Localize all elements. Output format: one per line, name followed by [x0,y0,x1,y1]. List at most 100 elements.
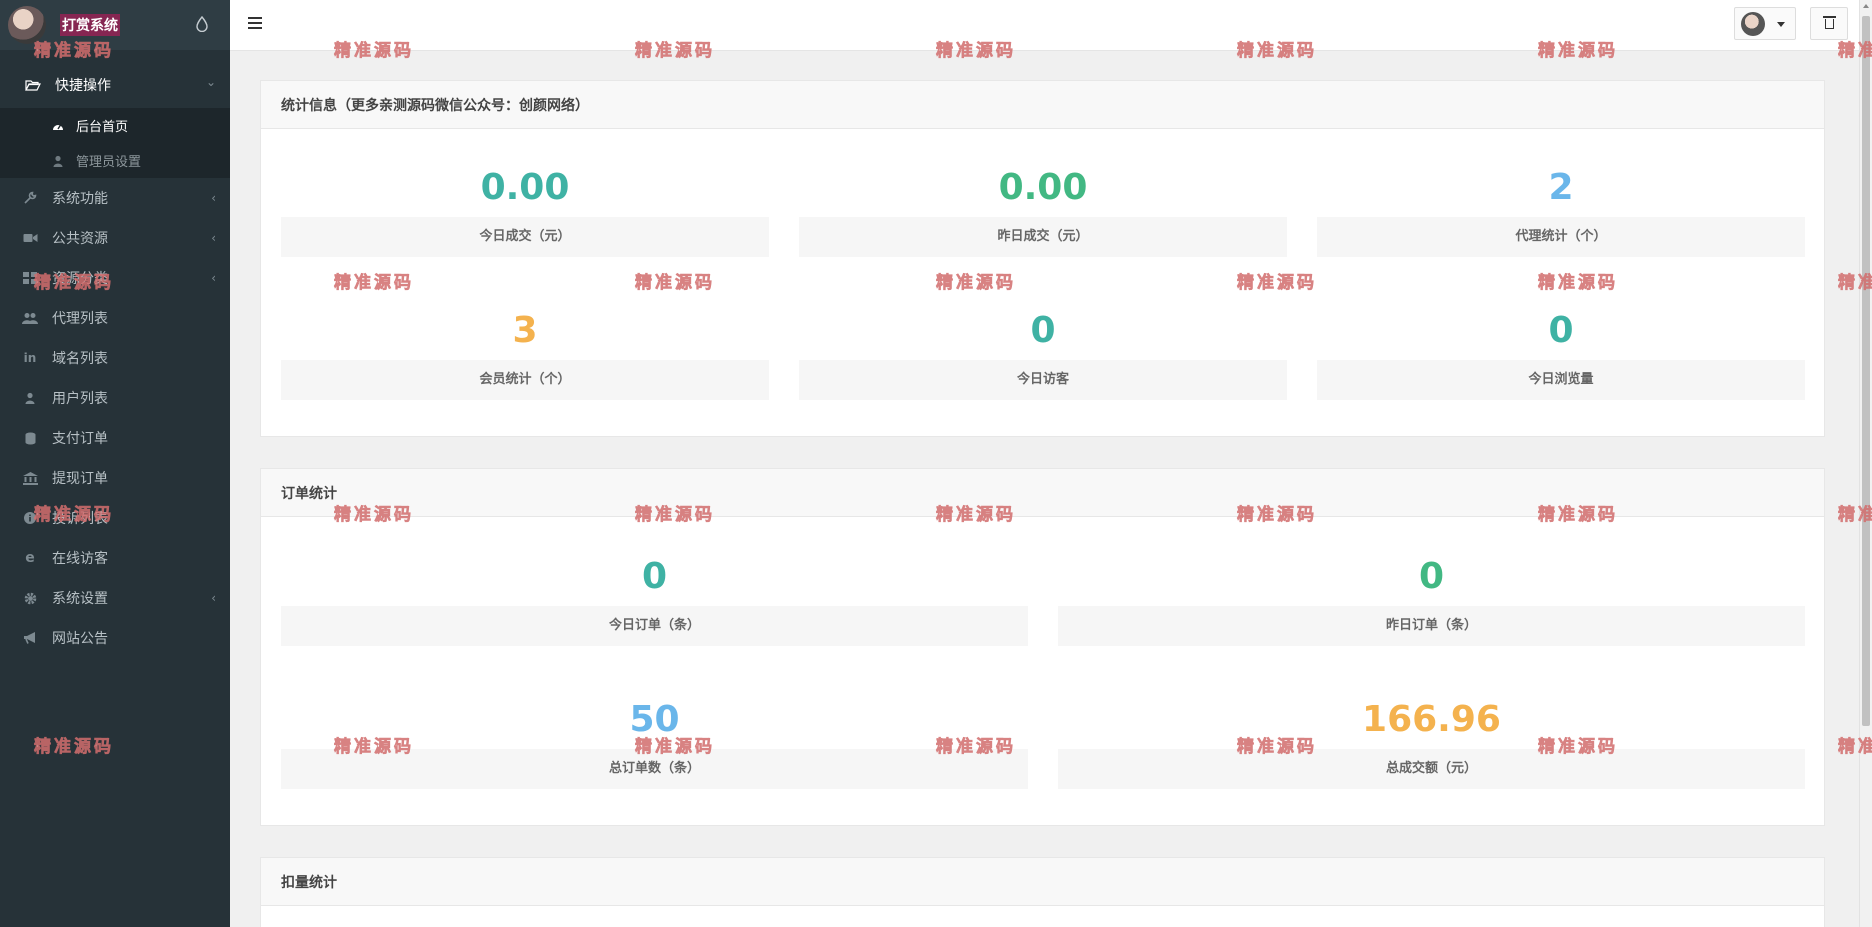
sidebar-item-label: 提现订单 [52,471,108,487]
dashboard-icon [52,120,64,132]
stat-value: 166.96 [1362,699,1501,740]
sidebar-item-agents[interactable]: 代理列表 [0,298,230,338]
info-icon [22,511,38,525]
stat-label: 今日订单（条） [281,606,1028,646]
sidebar-subitem-label: 管理员设置 [76,155,142,170]
folder-open-icon [25,78,41,92]
stat-label: 今日成交（元） [281,217,769,257]
stat-agent-count: 2 代理统计（个） [1317,159,1805,257]
stat-value: 0 [641,556,668,597]
stats-panel: 统计信息（更多亲测源码微信公众号：创颜网络） 0.00 今日成交（元） 0.00… [260,80,1825,437]
wrench-icon [22,191,38,205]
sidebar-subitem-dashboard[interactable]: 后台首页 [0,108,230,143]
stat-value: 2 [1548,167,1574,208]
brand-avatar [8,6,46,44]
menu-toggle-icon[interactable] [248,17,262,29]
gear-icon [22,591,38,605]
users-icon [22,311,38,325]
sidebar-item-label: 投诉列表 [52,511,108,527]
sidebar-item-label: 在线访客 [52,551,108,567]
sidebar-item-quick-actions[interactable]: 快捷操作 ⌄ [0,62,230,108]
sidebar-item-label: 域名列表 [52,351,108,367]
sidebar-item-complaints[interactable]: 投诉列表 [0,498,230,538]
scrollbar-thumb[interactable] [1862,16,1870,726]
sidebar-item-label: 资源分类 [52,271,108,287]
sidebar-item-label: 系统设置 [52,591,108,607]
orders-panel-title: 订单统计 [261,469,1824,517]
stat-label: 昨日订单（条） [1058,606,1805,646]
stat-label: 今日浏览量 [1317,360,1805,400]
stat-today-orders: 0 今日订单（条） [281,548,1028,646]
stat-value: 50 [629,699,680,740]
sidebar-item-label: 代理列表 [52,311,108,327]
stat-yesterday-revenue: 0.00 昨日成交（元） [799,159,1287,257]
chevron-left-icon: ‹ [211,591,216,605]
clear-cache-button[interactable] [1810,7,1848,40]
stat-total-orders: 50 总订单数（条） [281,691,1028,789]
chevron-down-icon: ⌄ [205,75,216,89]
sidebar-item-domains[interactable]: in 域名列表 [0,338,230,378]
sidebar-item-payment-orders[interactable]: 支付订单 [0,418,230,458]
sidebar-item-users[interactable]: 用户列表 [0,378,230,418]
stat-today-visitors: 0 今日访客 [799,302,1287,400]
sidebar-item-label: 用户列表 [52,391,108,407]
stat-value: 3 [512,310,538,351]
scrollbar[interactable] [1859,0,1872,927]
user-menu-button[interactable] [1734,7,1796,40]
ie-icon: e [25,550,35,566]
bullhorn-icon [22,631,38,645]
orders-panel: 订单统计 0 今日订单（条） 0 昨日订单（条） 50 总订单数（条） 166.… [260,468,1825,826]
avatar [1741,12,1765,36]
stat-member-count: 3 会员统计（个） [281,302,769,400]
stat-today-revenue: 0.00 今日成交（元） [281,159,769,257]
sidebar: 打赏系统 快捷操作 ⌄ 后台首页 管理员设置 系统功能 ‹ 公共资源 ‹ 资源分… [0,0,230,927]
sidebar-item-system-settings[interactable]: 系统设置 ‹ [0,578,230,618]
grid-icon [22,271,38,285]
stats-panel-title: 统计信息（更多亲测源码微信公众号：创颜网络） [261,81,1824,129]
sidebar-subitem-label: 后台首页 [76,120,129,135]
user-icon [22,391,38,405]
stat-value: 0 [1548,310,1574,351]
sidebar-item-withdraw-orders[interactable]: 提现订单 [0,458,230,498]
sidebar-item-public-resources[interactable]: 公共资源 ‹ [0,218,230,258]
chevron-left-icon: ‹ [211,231,216,245]
stat-label: 今日访客 [799,360,1287,400]
video-camera-icon [22,231,38,245]
stat-value: 0 [1418,556,1445,597]
sidebar-item-label: 支付订单 [52,431,108,447]
stat-value: 0.00 [480,167,570,208]
chevron-left-icon: ‹ [211,191,216,205]
database-icon [22,431,38,445]
brand-bar: 打赏系统 [0,0,230,50]
theme-drop-icon[interactable] [196,16,208,32]
sidebar-item-label: 网站公告 [52,631,108,647]
stat-label: 总成交额（元） [1058,749,1805,789]
sidebar-submenu: 后台首页 管理员设置 [0,108,230,178]
topbar [230,0,1859,51]
caret-down-icon [1777,22,1785,27]
stat-total-revenue: 166.96 总成交额（元） [1058,691,1805,789]
sidebar-item-system-functions[interactable]: 系统功能 ‹ [0,178,230,218]
stat-label: 会员统计（个） [281,360,769,400]
scroll-up-icon[interactable] [1863,4,1869,8]
sidebar-subitem-admin-settings[interactable]: 管理员设置 [0,143,230,178]
user-icon [52,155,64,167]
linkedin-icon: in [23,351,37,365]
sidebar-item-resource-categories[interactable]: 资源分类 ‹ [0,258,230,298]
sidebar-item-label: 快捷操作 [55,78,111,94]
sidebar-item-label: 公共资源 [52,231,108,247]
stat-label: 代理统计（个） [1317,217,1805,257]
deduct-panel: 扣量统计 [260,857,1825,927]
brand-title: 打赏系统 [60,14,120,36]
sidebar-item-label: 系统功能 [52,191,108,207]
stat-value: 0.00 [998,167,1088,208]
sidebar-item-site-notice[interactable]: 网站公告 [0,618,230,658]
bank-icon [22,471,38,485]
stat-label: 昨日成交（元） [799,217,1287,257]
sidebar-item-online-visitors[interactable]: e 在线访客 [0,538,230,578]
stat-yesterday-orders: 0 昨日订单（条） [1058,548,1805,646]
trash-icon [1822,15,1836,29]
stat-value: 0 [1030,310,1056,351]
stat-label: 总订单数（条） [281,749,1028,789]
chevron-left-icon: ‹ [211,271,216,285]
